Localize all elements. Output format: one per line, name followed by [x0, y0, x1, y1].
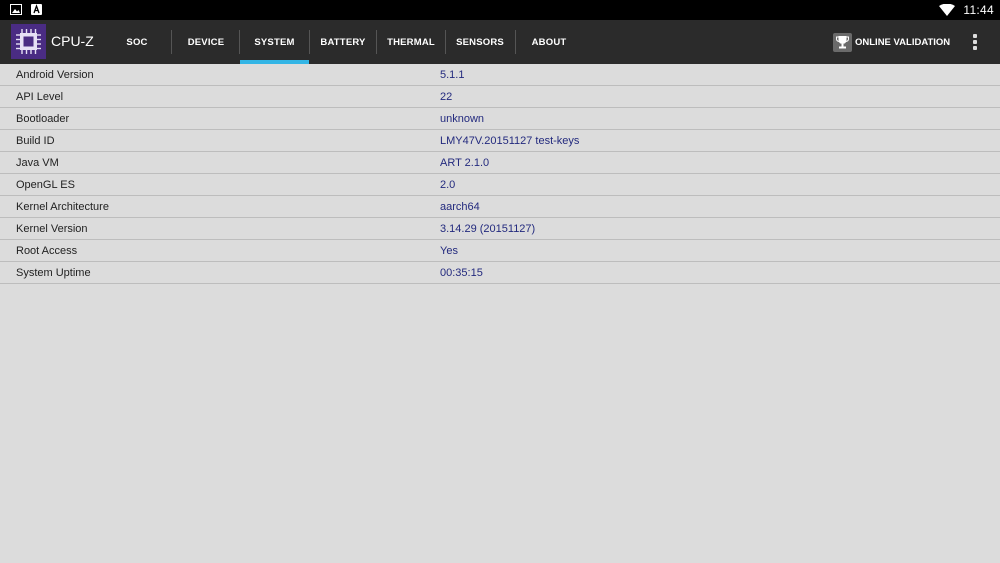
tab-label: BATTERY [320, 36, 366, 48]
info-value: 5.1.1 [440, 69, 465, 81]
cpu-z-logo-icon [11, 24, 46, 59]
app-icon [31, 4, 42, 15]
tab-soc[interactable]: SOC [118, 20, 156, 64]
info-value: 00:35:15 [440, 267, 483, 279]
online-validation-label: ONLINE VALIDATION [855, 36, 951, 48]
tab-divider [515, 30, 516, 54]
info-value: 3.14.29 (20151127) [440, 223, 536, 235]
list-item: Kernel Version 3.14.29 (20151127) [0, 218, 1000, 240]
list-item: Android Version 5.1.1 [0, 64, 1000, 86]
list-item: Root Access Yes [0, 240, 1000, 262]
info-key: Kernel Version [16, 223, 88, 235]
tab-divider [309, 30, 310, 54]
app-title: CPU-Z [51, 33, 94, 49]
list-item: Java VM ART 2.1.0 [0, 152, 1000, 174]
info-value: LMY47V.20151127 test-keys [440, 135, 580, 147]
info-key: API Level [16, 91, 64, 103]
info-value: 22 [440, 91, 453, 103]
list-item: Kernel Architecture aarch64 [0, 196, 1000, 218]
info-key: Build ID [16, 135, 55, 147]
status-bar: 11:44 [0, 0, 1000, 20]
tab-divider [445, 30, 446, 54]
system-info-list: Android Version 5.1.1 API Level 22 Bootl… [0, 64, 1000, 284]
gallery-icon [10, 4, 22, 15]
info-value: Yes [440, 245, 458, 257]
info-key: System Uptime [16, 267, 91, 279]
info-key: Android Version [16, 69, 94, 81]
list-item: OpenGL ES 2.0 [0, 174, 1000, 196]
tab-about[interactable]: ABOUT [523, 20, 575, 64]
info-key: Kernel Architecture [16, 201, 109, 213]
tab-label: SYSTEM [254, 36, 295, 48]
tab-label: SOC [126, 36, 148, 48]
tab-battery[interactable]: BATTERY [313, 20, 373, 64]
info-value: 2.0 [440, 179, 456, 191]
wifi-icon [939, 4, 955, 16]
tab-system[interactable]: SYSTEM [240, 20, 309, 64]
tab-label: THERMAL [387, 36, 435, 48]
tab-label: ABOUT [531, 36, 567, 48]
info-key: Root Access [16, 245, 78, 257]
list-item: Bootloader unknown [0, 108, 1000, 130]
overflow-menu-icon[interactable] [968, 32, 982, 52]
info-value: unknown [440, 113, 485, 125]
info-key: OpenGL ES [16, 179, 75, 191]
tab-device[interactable]: DEVICE [179, 20, 233, 64]
info-key: Bootloader [16, 113, 70, 125]
tab-label: DEVICE [187, 36, 225, 48]
trophy-icon [833, 32, 852, 52]
info-key: Java VM [16, 157, 59, 169]
tab-divider [376, 30, 377, 54]
tab-thermal[interactable]: THERMAL [380, 20, 442, 64]
tab-sensors[interactable]: SENSORS [449, 20, 511, 64]
tab-label: SENSORS [456, 36, 504, 48]
list-item: API Level 22 [0, 86, 1000, 108]
list-item: System Uptime 00:35:15 [0, 262, 1000, 284]
info-value: aarch64 [440, 201, 480, 213]
tab-divider [171, 30, 172, 54]
info-value: ART 2.1.0 [440, 157, 490, 169]
online-validation-button[interactable]: ONLINE VALIDATION [833, 32, 950, 52]
clock: 11:44 [963, 3, 994, 17]
list-item: Build ID LMY47V.20151127 test-keys [0, 130, 1000, 152]
app-bar: CPU-Z SOC DEVICE SYSTEM BATTERY THERMAL … [0, 20, 1000, 64]
